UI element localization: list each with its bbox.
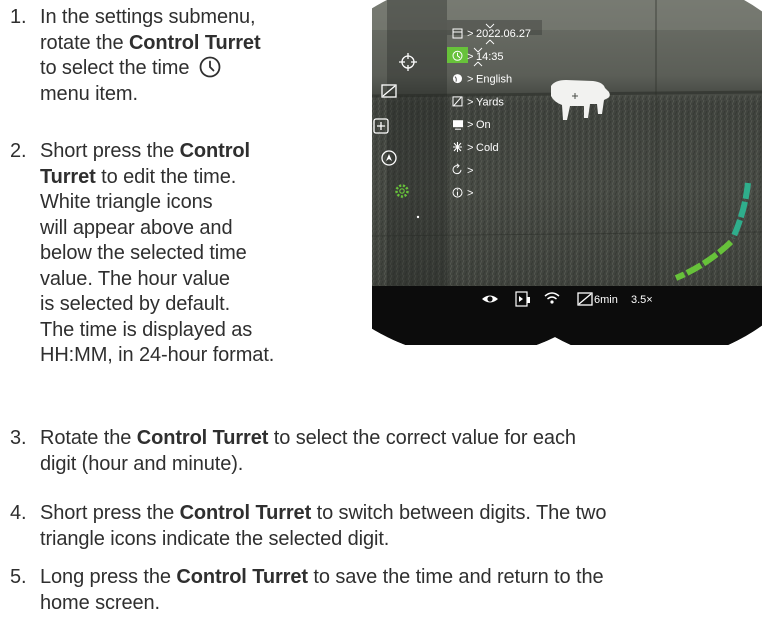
step-line: menu item. [40, 82, 138, 105]
step-line: to select the time [40, 56, 261, 82]
step-3: 3. Rotate the Control Turret to select t… [10, 426, 750, 478]
menu-value: Cold [476, 142, 499, 154]
status-bar [372, 286, 762, 345]
menu-value: On [476, 119, 491, 131]
step-line: triangle icons indicate the selected dig… [40, 527, 390, 550]
step-1: 1. In the settings submenu, rotate the C… [10, 5, 360, 107]
step-line: The time is displayed as [40, 318, 253, 341]
menu-arrow: > [467, 165, 473, 177]
zoom-level: 3.5× [631, 294, 653, 306]
step-number: 5. [10, 566, 27, 588]
step-4: 4. Short press the Control Turret to swi… [10, 501, 760, 553]
menu-arrow: > [467, 74, 473, 86]
step-number: 3. [10, 427, 27, 449]
step-line: will appear above and [40, 216, 233, 239]
step-line: HH:MM, in 24-hour format. [40, 344, 275, 366]
menu-arrow: > [467, 28, 473, 40]
step-line: home screen. [40, 591, 160, 614]
step-number: 1. [10, 6, 27, 28]
calibration-timer: 6min [594, 294, 618, 306]
step-line: digit (hour and minute). [40, 452, 244, 475]
step-line: Short press the Control Turret to switch… [40, 502, 607, 524]
step-2: 2. Short press the Control Turret to edi… [10, 139, 360, 369]
clock-icon [199, 56, 221, 78]
step-line: White triangle icons [40, 191, 213, 213]
step-line: Long press the Control Turret to save th… [40, 566, 604, 588]
menu-dot [416, 215, 420, 219]
step-line: Rotate the Control Turret to select the … [40, 427, 576, 449]
step-line: In the settings submenu, [40, 6, 256, 28]
step-number: 4. [10, 502, 27, 524]
menu-value: English [476, 74, 512, 86]
settings-menu-item[interactable]: > On [453, 119, 491, 131]
menu-value: 2022.06.27 [476, 28, 531, 40]
menu-arrow: > [467, 51, 473, 63]
globe-icon [453, 74, 462, 84]
device-screen-illustration: >2022.06.27> 14:35> English> Yards> On> Cold>… [372, 0, 762, 345]
menu-value: Yards [476, 96, 504, 108]
step-line: rotate the Control Turret [40, 31, 261, 54]
step-line: value. The hour value [40, 267, 230, 290]
menu-arrow: > [467, 96, 473, 108]
step-line: Turret to edit the time. [40, 165, 237, 188]
menu-value: 14:35 [476, 51, 504, 63]
cold-icon [453, 142, 462, 152]
menu-arrow: > [467, 142, 473, 154]
menu-arrow: > [467, 188, 473, 200]
step-line: Short press the Control [40, 140, 250, 162]
step-line: is selected by default. [40, 293, 231, 315]
step-number: 2. [10, 140, 27, 162]
step-5: 5. Long press the Control Turret to save… [10, 565, 750, 617]
menu-arrow: > [467, 119, 473, 131]
step-line: below the selected time [40, 242, 247, 264]
